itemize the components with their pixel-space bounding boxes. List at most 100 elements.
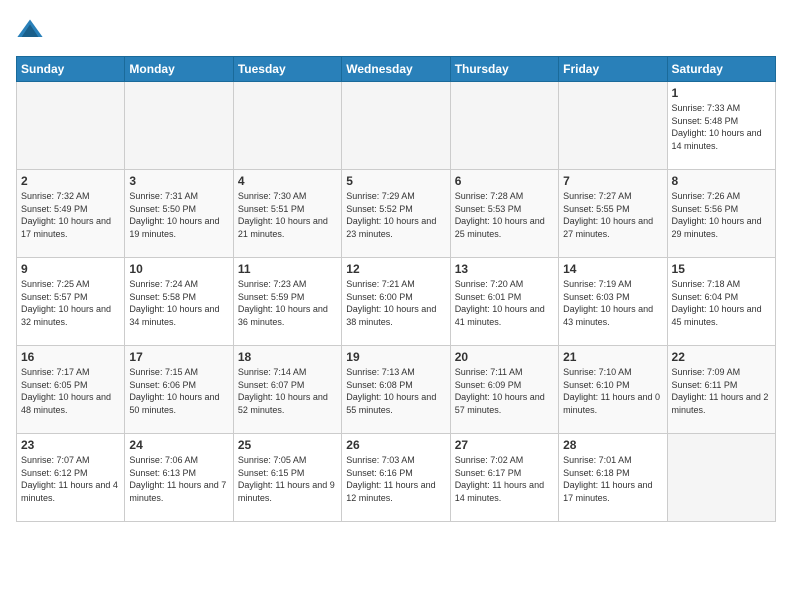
calendar-cell: [342, 82, 450, 170]
calendar-cell: [450, 82, 558, 170]
calendar-cell: 14Sunrise: 7:19 AM Sunset: 6:03 PM Dayli…: [559, 258, 667, 346]
calendar-cell: [17, 82, 125, 170]
calendar-cell: 26 Sunrise: 7:03 AM Sunset: 6:16 PM Dayli…: [342, 434, 450, 522]
day-number: 18: [238, 350, 337, 364]
day-info: Sunrise: 7:03 AM Sunset: 6:16 PM Dayligh…: [346, 454, 445, 504]
calendar-cell: 28 Sunrise: 7:01 AM Sunset: 6:18 PM Dayli…: [559, 434, 667, 522]
day-number: 2: [21, 174, 120, 188]
day-info: Sunrise: 7:17 AM Sunset: 6:05 PM Dayligh…: [21, 366, 120, 416]
day-info: Sunrise: 7:06 AM Sunset: 6:13 PM Dayligh…: [129, 454, 228, 504]
calendar-cell: 12 Sunrise: 7:21 AM Sunset: 6:00 PM Dayli…: [342, 258, 450, 346]
day-info: Sunrise: 7:01 AM Sunset: 6:18 PM Dayligh…: [563, 454, 662, 504]
weekday-header-saturday: Saturday: [667, 57, 775, 82]
day-info: Sunrise: 7:13 AM Sunset: 6:08 PM Dayligh…: [346, 366, 445, 416]
weekday-header-thursday: Thursday: [450, 57, 558, 82]
calendar-cell: 5Sunrise: 7:29 AM Sunset: 5:52 PM Daylig…: [342, 170, 450, 258]
day-number: 13: [455, 262, 554, 276]
day-info: Sunrise: 7:15 AM Sunset: 6:06 PM Dayligh…: [129, 366, 228, 416]
calendar-cell: 9 Sunrise: 7:25 AM Sunset: 5:57 PM Daylig…: [17, 258, 125, 346]
calendar-week-3: 9 Sunrise: 7:25 AM Sunset: 5:57 PM Daylig…: [17, 258, 776, 346]
day-number: 3: [129, 174, 228, 188]
day-number: 12: [346, 262, 445, 276]
calendar-cell: [667, 434, 775, 522]
calendar-cell: 27Sunrise: 7:02 AM Sunset: 6:17 PM Dayli…: [450, 434, 558, 522]
calendar-week-2: 2 Sunrise: 7:32 AM Sunset: 5:49 PM Daylig…: [17, 170, 776, 258]
calendar-table: SundayMondayTuesdayWednesdayThursdayFrid…: [16, 56, 776, 522]
weekday-header-tuesday: Tuesday: [233, 57, 341, 82]
day-info: Sunrise: 7:10 AM Sunset: 6:10 PM Dayligh…: [563, 366, 662, 416]
weekday-header-monday: Monday: [125, 57, 233, 82]
calendar-cell: 3 Sunrise: 7:31 AM Sunset: 5:50 PM Daylig…: [125, 170, 233, 258]
calendar-cell: [559, 82, 667, 170]
day-number: 14: [563, 262, 662, 276]
day-info: Sunrise: 7:23 AM Sunset: 5:59 PM Dayligh…: [238, 278, 337, 328]
calendar-cell: 18 Sunrise: 7:14 AM Sunset: 6:07 PM Dayli…: [233, 346, 341, 434]
calendar-cell: 1Sunrise: 7:33 AM Sunset: 5:48 PM Daylig…: [667, 82, 775, 170]
day-number: 22: [672, 350, 771, 364]
calendar-cell: 6 Sunrise: 7:28 AM Sunset: 5:53 PM Daylig…: [450, 170, 558, 258]
calendar-cell: 11 Sunrise: 7:23 AM Sunset: 5:59 PM Dayli…: [233, 258, 341, 346]
calendar-cell: 19 Sunrise: 7:13 AM Sunset: 6:08 PM Dayli…: [342, 346, 450, 434]
calendar-cell: 13 Sunrise: 7:20 AM Sunset: 6:01 PM Dayli…: [450, 258, 558, 346]
calendar-cell: 7 Sunrise: 7:27 AM Sunset: 5:55 PM Daylig…: [559, 170, 667, 258]
calendar-cell: 17Sunrise: 7:15 AM Sunset: 6:06 PM Dayli…: [125, 346, 233, 434]
day-info: Sunrise: 7:21 AM Sunset: 6:00 PM Dayligh…: [346, 278, 445, 328]
calendar-cell: 23 Sunrise: 7:07 AM Sunset: 6:12 PM Dayli…: [17, 434, 125, 522]
calendar-body: 1Sunrise: 7:33 AM Sunset: 5:48 PM Daylig…: [17, 82, 776, 522]
day-number: 20: [455, 350, 554, 364]
day-number: 26: [346, 438, 445, 452]
weekday-header-friday: Friday: [559, 57, 667, 82]
calendar-cell: 22 Sunrise: 7:09 AM Sunset: 6:11 PM Dayli…: [667, 346, 775, 434]
day-number: 28: [563, 438, 662, 452]
day-number: 7: [563, 174, 662, 188]
day-info: Sunrise: 7:31 AM Sunset: 5:50 PM Dayligh…: [129, 190, 228, 240]
weekday-header-sunday: Sunday: [17, 57, 125, 82]
calendar-week-4: 16 Sunrise: 7:17 AM Sunset: 6:05 PM Dayli…: [17, 346, 776, 434]
day-number: 24: [129, 438, 228, 452]
calendar-cell: 15Sunrise: 7:18 AM Sunset: 6:04 PM Dayli…: [667, 258, 775, 346]
day-info: Sunrise: 7:30 AM Sunset: 5:51 PM Dayligh…: [238, 190, 337, 240]
day-number: 21: [563, 350, 662, 364]
weekday-header-wednesday: Wednesday: [342, 57, 450, 82]
day-number: 4: [238, 174, 337, 188]
weekday-header-row: SundayMondayTuesdayWednesdayThursdayFrid…: [17, 57, 776, 82]
day-info: Sunrise: 7:33 AM Sunset: 5:48 PM Dayligh…: [672, 102, 771, 152]
day-number: 16: [21, 350, 120, 364]
day-info: Sunrise: 7:02 AM Sunset: 6:17 PM Dayligh…: [455, 454, 554, 504]
day-number: 19: [346, 350, 445, 364]
day-number: 25: [238, 438, 337, 452]
day-info: Sunrise: 7:05 AM Sunset: 6:15 PM Dayligh…: [238, 454, 337, 504]
calendar-cell: 24 Sunrise: 7:06 AM Sunset: 6:13 PM Dayli…: [125, 434, 233, 522]
day-info: Sunrise: 7:07 AM Sunset: 6:12 PM Dayligh…: [21, 454, 120, 504]
calendar-cell: 20Sunrise: 7:11 AM Sunset: 6:09 PM Dayli…: [450, 346, 558, 434]
day-number: 9: [21, 262, 120, 276]
calendar-cell: 4 Sunrise: 7:30 AM Sunset: 5:51 PM Daylig…: [233, 170, 341, 258]
day-info: Sunrise: 7:26 AM Sunset: 5:56 PM Dayligh…: [672, 190, 771, 240]
day-number: 23: [21, 438, 120, 452]
day-number: 6: [455, 174, 554, 188]
page-header: [16, 16, 776, 44]
calendar-cell: [233, 82, 341, 170]
day-info: Sunrise: 7:20 AM Sunset: 6:01 PM Dayligh…: [455, 278, 554, 328]
logo-icon: [16, 16, 44, 44]
day-number: 5: [346, 174, 445, 188]
day-info: Sunrise: 7:09 AM Sunset: 6:11 PM Dayligh…: [672, 366, 771, 416]
day-info: Sunrise: 7:28 AM Sunset: 5:53 PM Dayligh…: [455, 190, 554, 240]
calendar-week-1: 1Sunrise: 7:33 AM Sunset: 5:48 PM Daylig…: [17, 82, 776, 170]
calendar-cell: 8 Sunrise: 7:26 AM Sunset: 5:56 PM Daylig…: [667, 170, 775, 258]
day-number: 10: [129, 262, 228, 276]
calendar-cell: 16 Sunrise: 7:17 AM Sunset: 6:05 PM Dayli…: [17, 346, 125, 434]
day-info: Sunrise: 7:27 AM Sunset: 5:55 PM Dayligh…: [563, 190, 662, 240]
day-number: 8: [672, 174, 771, 188]
calendar-cell: 25 Sunrise: 7:05 AM Sunset: 6:15 PM Dayli…: [233, 434, 341, 522]
day-number: 15: [672, 262, 771, 276]
day-info: Sunrise: 7:25 AM Sunset: 5:57 PM Dayligh…: [21, 278, 120, 328]
calendar-week-5: 23 Sunrise: 7:07 AM Sunset: 6:12 PM Dayli…: [17, 434, 776, 522]
day-info: Sunrise: 7:14 AM Sunset: 6:07 PM Dayligh…: [238, 366, 337, 416]
logo: [16, 16, 50, 44]
calendar-cell: 2 Sunrise: 7:32 AM Sunset: 5:49 PM Daylig…: [17, 170, 125, 258]
day-number: 11: [238, 262, 337, 276]
calendar-header: SundayMondayTuesdayWednesdayThursdayFrid…: [17, 57, 776, 82]
day-info: Sunrise: 7:32 AM Sunset: 5:49 PM Dayligh…: [21, 190, 120, 240]
calendar-cell: 21 Sunrise: 7:10 AM Sunset: 6:10 PM Dayli…: [559, 346, 667, 434]
